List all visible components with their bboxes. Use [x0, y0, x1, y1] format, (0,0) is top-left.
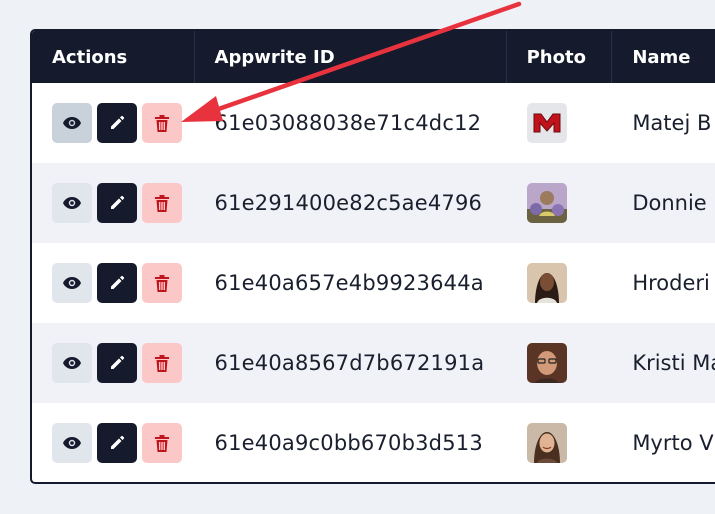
- row-actions: [32, 403, 195, 482]
- table-row: 61e40a9c0bb670b3d513 Myrto V: [32, 403, 715, 482]
- trash-icon: [155, 434, 169, 452]
- photo-woman-icon: [526, 263, 567, 303]
- page: Actions Appwrite ID Photo Name 61e030880…: [0, 0, 715, 514]
- delete-button[interactable]: [142, 183, 182, 223]
- name-cell: Kristi Ma: [632, 351, 715, 375]
- view-button[interactable]: [52, 263, 92, 303]
- letter-m-logo-icon: [533, 113, 561, 133]
- appwrite-id-cell: 61e03088038e71c4dc12: [214, 111, 482, 135]
- table-row: 61e03088038e71c4dc12 Matej B: [32, 83, 715, 163]
- photo-woman-smile-icon: [526, 423, 567, 463]
- eye-icon: [63, 117, 81, 129]
- edit-button[interactable]: [97, 103, 137, 143]
- photo-cell: [507, 163, 613, 243]
- photo-cell: [507, 403, 613, 482]
- photo-cell: [507, 243, 613, 323]
- name-cell: Hroderi: [632, 271, 710, 295]
- edit-button[interactable]: [97, 423, 137, 463]
- pencil-icon: [111, 115, 125, 129]
- view-button[interactable]: [52, 343, 92, 383]
- header-photo: Photo: [507, 31, 613, 83]
- view-button[interactable]: [52, 423, 92, 463]
- table-row: 61e40a8567d7b672191a Kristi Ma: [32, 323, 715, 403]
- photo-cell: [507, 83, 613, 163]
- avatar: [526, 423, 567, 463]
- pencil-icon: [111, 195, 125, 209]
- eye-icon: [63, 277, 81, 289]
- eye-icon: [63, 437, 81, 449]
- users-table: Actions Appwrite ID Photo Name 61e030880…: [30, 29, 715, 484]
- photo-man-glasses-icon: [526, 343, 567, 383]
- pencil-icon: [111, 355, 125, 369]
- appwrite-id-cell: 61e291400e82c5ae4796: [214, 191, 483, 215]
- name-cell: Myrto V: [632, 431, 714, 455]
- appwrite-id-cell: 61e40a657e4b9923644a: [214, 271, 484, 295]
- delete-button[interactable]: [142, 103, 182, 143]
- pencil-icon: [111, 435, 125, 449]
- row-actions: [32, 163, 195, 243]
- photo-cell: [507, 323, 613, 403]
- table-header: Actions Appwrite ID Photo Name: [32, 31, 715, 83]
- row-actions: [32, 323, 195, 403]
- eye-icon: [63, 357, 81, 369]
- delete-button[interactable]: [142, 423, 182, 463]
- eye-icon: [63, 197, 81, 209]
- trash-icon: [155, 114, 169, 132]
- appwrite-id-cell: 61e40a9c0bb670b3d513: [214, 431, 483, 455]
- trash-icon: [155, 194, 169, 212]
- edit-button[interactable]: [97, 343, 137, 383]
- photo-group-icon: [526, 183, 567, 223]
- header-appwrite-id: Appwrite ID: [195, 31, 507, 83]
- delete-button[interactable]: [142, 263, 182, 303]
- delete-button[interactable]: [142, 343, 182, 383]
- header-actions: Actions: [32, 31, 195, 83]
- trash-icon: [155, 354, 169, 372]
- avatar: [526, 103, 567, 143]
- name-cell: Donnie: [632, 191, 707, 215]
- appwrite-id-cell: 61e40a8567d7b672191a: [214, 351, 485, 375]
- edit-button[interactable]: [97, 183, 137, 223]
- pencil-icon: [111, 275, 125, 289]
- edit-button[interactable]: [97, 263, 137, 303]
- row-actions: [32, 243, 195, 323]
- avatar: [526, 263, 567, 303]
- trash-icon: [155, 274, 169, 292]
- view-button[interactable]: [52, 183, 92, 223]
- table-row: 61e40a657e4b9923644a Hroderi: [32, 243, 715, 323]
- view-button[interactable]: [52, 103, 92, 143]
- avatar: [526, 183, 567, 223]
- table-row: 61e291400e82c5ae4796 Donnie: [32, 163, 715, 243]
- name-cell: Matej B: [632, 111, 712, 135]
- avatar: [526, 343, 567, 383]
- header-name: Name: [632, 46, 691, 68]
- row-actions: [32, 83, 195, 163]
